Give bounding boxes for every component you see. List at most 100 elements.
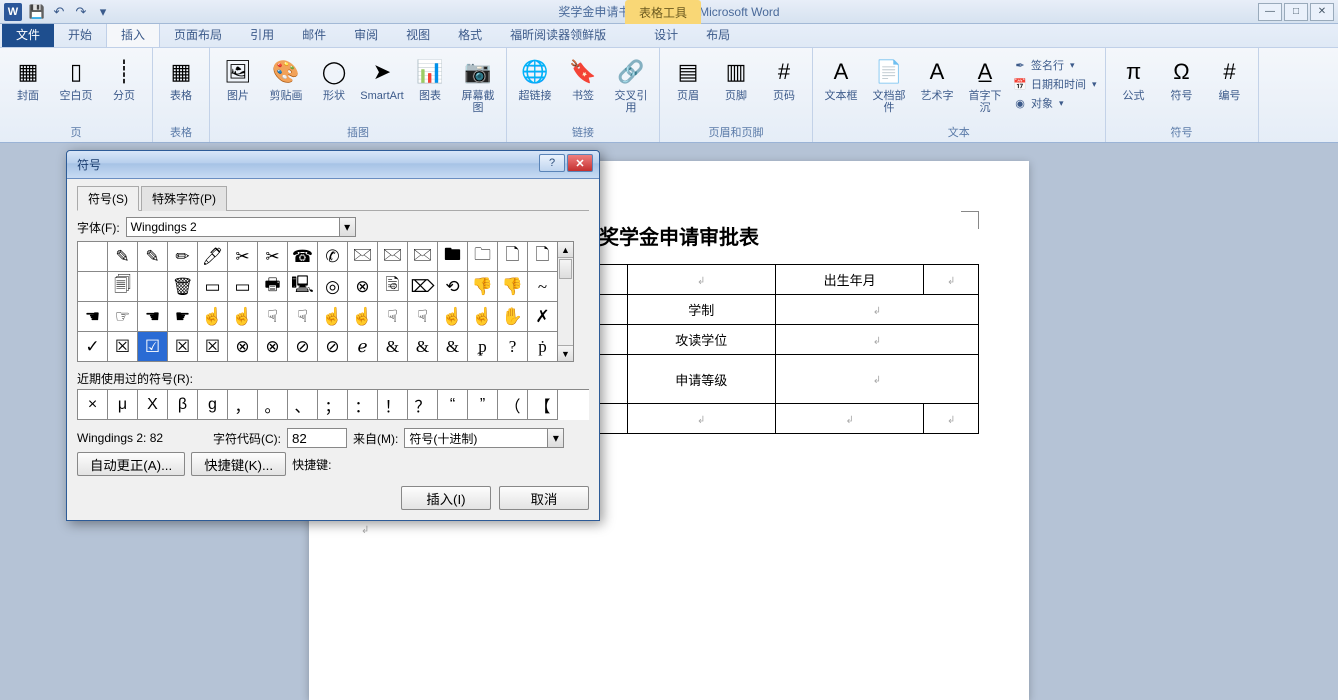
recent-symbol-cell[interactable]: β [168,390,198,420]
dialog-help-button[interactable]: ? [539,154,565,172]
recent-symbol-cell[interactable]: ！ [378,390,408,420]
illust-btn-3[interactable]: ➤ SmartArt [360,54,404,104]
scroll-thumb[interactable] [559,259,572,279]
tab-view[interactable]: 视图 [392,22,444,47]
tab-format[interactable]: 格式 [444,22,496,47]
symbol-cell[interactable]: ▭ [198,272,228,302]
symbol-cell[interactable]: ⊘ [288,332,318,362]
tab-table-design[interactable]: 设计 [640,22,692,47]
symbol-cell[interactable]: ✏ [168,242,198,272]
tab-mail[interactable]: 邮件 [288,22,340,47]
tab-references[interactable]: 引用 [236,22,288,47]
recent-symbol-cell[interactable]: 【 [528,390,558,420]
links-btn-2[interactable]: 🔗 交叉引用 [609,54,653,116]
symbol-cell[interactable]: 🖊 [198,242,228,272]
symbol-cell[interactable]: ☎ [288,242,318,272]
symbol-cell[interactable]: ☝ [198,302,228,332]
symbol-cell[interactable]: 👎 [498,272,528,302]
symbol-cell[interactable]: ⌦ [408,272,438,302]
symbol-cell[interactable]: ✗ [528,302,558,332]
text-small-2[interactable]: ◉对象▾ [1011,94,1099,112]
recent-symbol-cell[interactable]: “ [438,390,468,420]
symbol-cell[interactable]: 🖂 [348,242,378,272]
window-minimize[interactable]: — [1258,3,1282,21]
symbol-cell[interactable]: ☒ [108,332,138,362]
symbol-cell[interactable]: ☟ [408,302,438,332]
recent-symbol-cell[interactable]: ： [348,390,378,420]
symbol-cell[interactable]: ? [498,332,528,362]
symbol-cell[interactable]: 🗋 [498,242,528,272]
symbol-cell[interactable]: 🗟 [378,272,408,302]
symbol-scrollbar[interactable]: ▲ ▼ [558,241,574,362]
symbol-cell[interactable]: ☑ [138,332,168,362]
window-close[interactable]: ✕ [1310,3,1334,21]
symbol-cell[interactable]: 🗋 [528,242,558,272]
qat-customize[interactable]: ▾ [92,2,114,22]
recent-symbol-cell[interactable]: × [78,390,108,420]
recent-symbol-cell[interactable]: （ [498,390,528,420]
text-btn-1[interactable]: 📄 文档部件 [867,54,911,116]
symbol-cell[interactable]: ☞ [108,302,138,332]
tab-insert[interactable]: 插入 [106,21,160,47]
cancel-button[interactable]: 取消 [499,486,589,510]
tab-review[interactable]: 审阅 [340,22,392,47]
pages-btn-0[interactable]: ▦ 封面 [6,54,50,104]
symbol-cell[interactable]: ☟ [288,302,318,332]
autocorrect-button[interactable]: 自动更正(A)... [77,452,185,476]
symbol-cell[interactable]: 🖳 [288,272,318,302]
symbol-cell[interactable]: 🗑 [168,272,198,302]
symbol-cell[interactable]: 🖂 [378,242,408,272]
pages-btn-2[interactable]: ┊ 分页 [102,54,146,104]
symbol-cell[interactable] [78,272,108,302]
recent-symbol-cell[interactable]: 、 [288,390,318,420]
chevron-down-icon[interactable]: ▾ [547,429,563,447]
symbol-cell[interactable]: 🖿 [438,242,468,272]
symbol-cell[interactable]: ⊗ [228,332,258,362]
recent-symbol-cell[interactable]: ？ [408,390,438,420]
symbol-cell[interactable]: ☝ [468,302,498,332]
symbol-cell[interactable]: ⊗ [348,272,378,302]
symbol-cell[interactable]: 🗀 [468,242,498,272]
recent-symbol-cell[interactable]: 。 [258,390,288,420]
symbol-cell[interactable]: ṗ [528,332,558,362]
symbol-cell[interactable]: ☒ [168,332,198,362]
sym-btn-1[interactable]: Ω 符号 [1160,54,1204,104]
text-btn-3[interactable]: A̲ 首字下沉 [963,54,1007,116]
recent-symbol-cell[interactable]: Χ [138,390,168,420]
symbol-cell[interactable]: & [438,332,468,362]
illust-btn-0[interactable]: 🖼 图片 [216,54,260,104]
qat-save[interactable]: 💾 [26,2,48,22]
symbol-cell[interactable]: ᵱ [468,332,498,362]
symbol-cell[interactable]: ✂ [258,242,288,272]
tab-home[interactable]: 开始 [54,22,106,47]
symbol-cell[interactable]: 👎 [468,272,498,302]
sym-btn-0[interactable]: π 公式 [1112,54,1156,104]
symbol-cell[interactable] [78,242,108,272]
insert-button[interactable]: 插入(I) [401,486,491,510]
symbol-cell[interactable]: ✋ [498,302,528,332]
links-btn-0[interactable]: 🌐 超链接 [513,54,557,104]
symbol-cell[interactable]: ☚ [78,302,108,332]
qat-undo[interactable]: ↶ [48,2,70,22]
symbol-cell[interactable]: ☝ [438,302,468,332]
charcode-input[interactable] [287,428,347,448]
tab-special-chars[interactable]: 特殊字符(P) [141,186,227,211]
illust-btn-1[interactable]: 🎨 剪贴画 [264,54,308,104]
window-maximize[interactable]: □ [1284,3,1308,21]
symbol-cell[interactable]: ☝ [348,302,378,332]
symbol-cell[interactable]: ⟲ [438,272,468,302]
illust-btn-5[interactable]: 📷 屏幕截图 [456,54,500,116]
from-combo[interactable]: 符号(十进制) ▾ [404,428,564,448]
symbol-cell[interactable]: ☝ [318,302,348,332]
symbol-cell[interactable]: ☒ [198,332,228,362]
tab-table-layout[interactable]: 布局 [692,22,744,47]
symbol-cell[interactable]: ☟ [378,302,408,332]
scroll-up-icon[interactable]: ▲ [558,242,573,258]
chevron-down-icon[interactable]: ▾ [339,218,355,236]
recent-symbol-cell[interactable]: ； [318,390,348,420]
table-btn-0[interactable]: ▦ 表格 [159,54,203,104]
symbol-cell[interactable]: ☛ [168,302,198,332]
font-combo[interactable]: Wingdings 2 ▾ [126,217,356,237]
scroll-down-icon[interactable]: ▼ [558,345,573,361]
links-btn-1[interactable]: 🔖 书签 [561,54,605,104]
